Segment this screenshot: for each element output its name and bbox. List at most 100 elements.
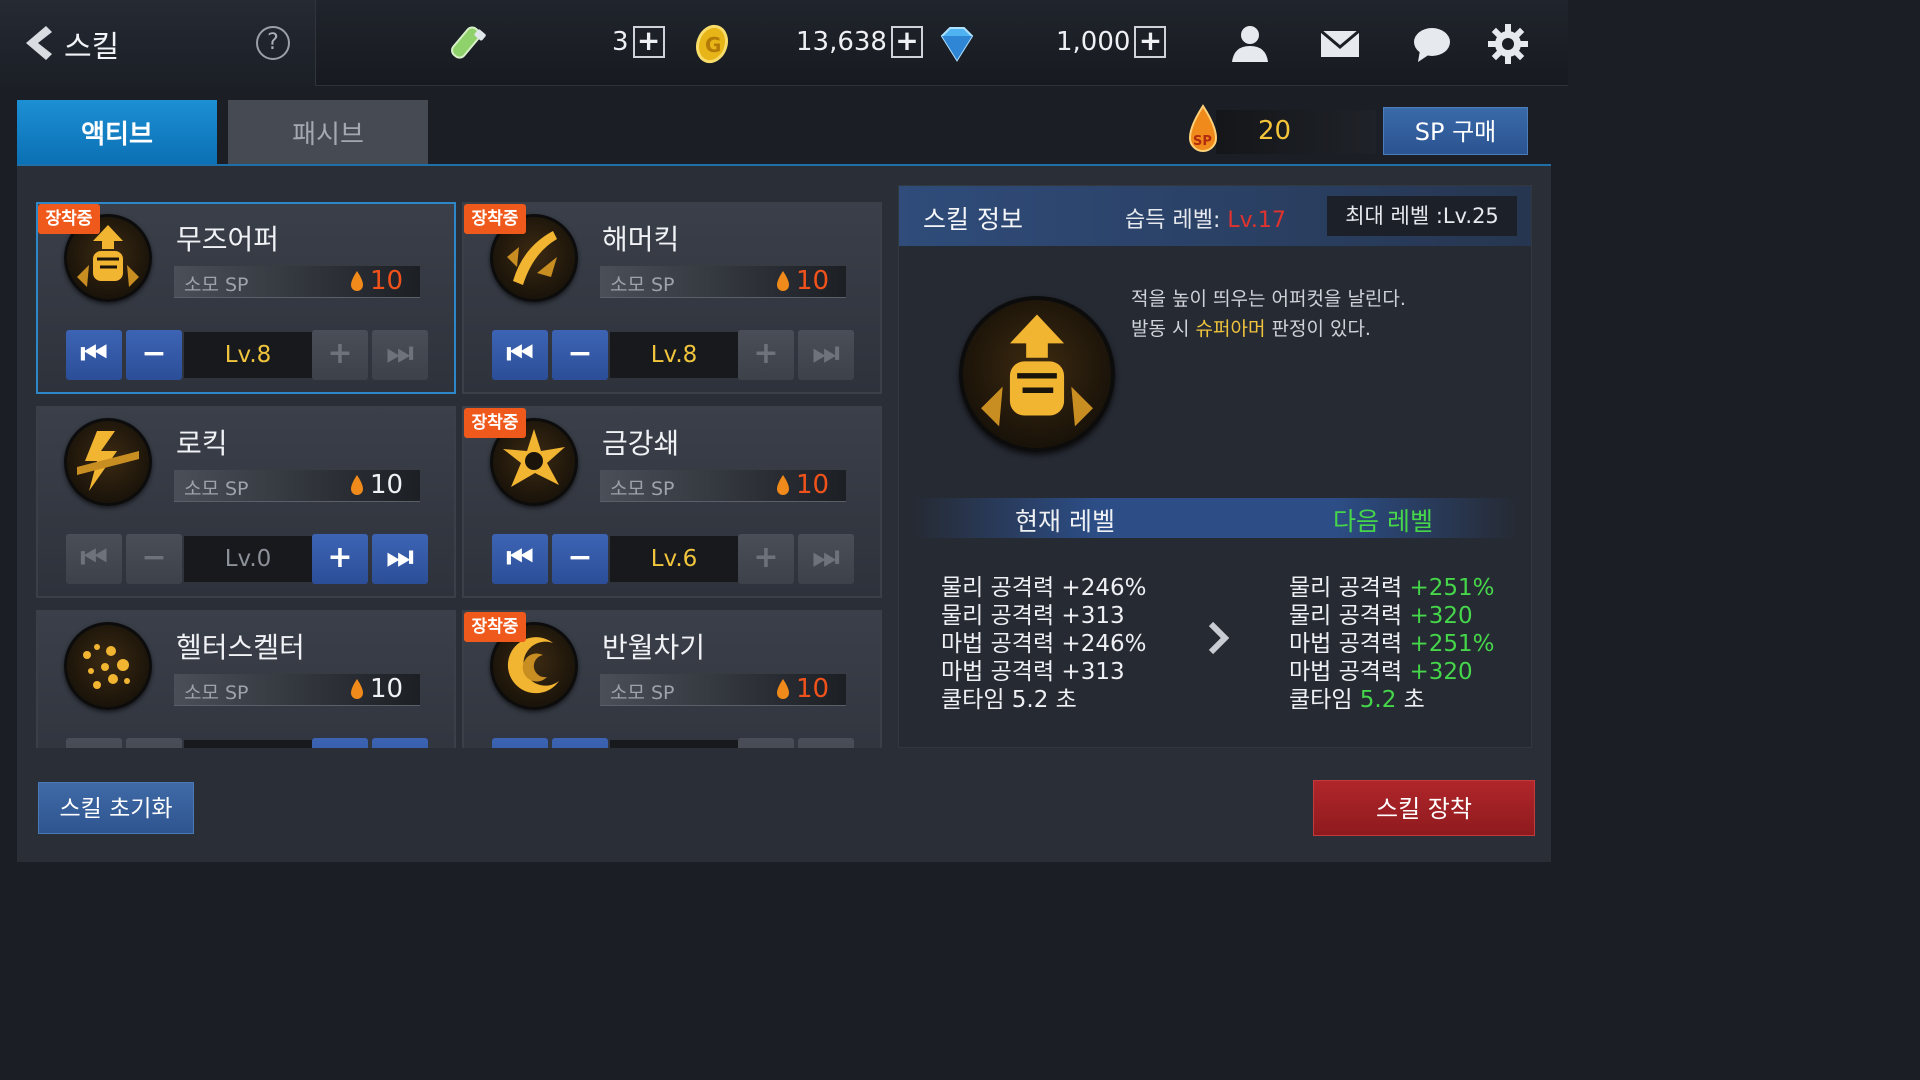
skill-equip-button[interactable]: 스킬 장착 [1313,780,1535,836]
sp-buy-button[interactable]: SP 구매 [1383,107,1528,155]
flame-icon [351,475,363,495]
stat-line: 마법 공격력 +313 [941,659,1125,685]
level-min-button[interactable] [492,738,548,748]
low-kick-skill-icon [64,418,152,506]
learn-level-label: 습득 레벨: [1125,208,1228,233]
level-down-button[interactable]: − [552,330,608,380]
diamond-add-button[interactable]: + [1134,26,1167,58]
level-controls [492,738,856,748]
level-up-button[interactable]: + [312,534,368,584]
level-max-button[interactable]: ⏭ [798,330,854,380]
sp-cost-label: 소모 SP [184,274,249,296]
super-armor-highlight: 슈퍼아머 [1195,318,1266,340]
sp-cost-value: 10 [370,674,404,704]
flame-icon [777,679,789,699]
level-up-button[interactable]: + [312,330,368,380]
level-controls [66,738,430,748]
level-down-button[interactable]: − [126,534,182,584]
gold-add-button[interactable]: + [890,26,923,58]
back-arrow-icon[interactable] [22,24,56,62]
level-min-button[interactable]: ⏮ [66,534,122,584]
level-max-button[interactable]: ⏭ [372,330,428,380]
gold-value: 13,638 [796,27,887,57]
top-bar: 스킬 ? 3 + G 13,638 + 1,000 + [0,0,1568,86]
skill-card[interactable]: 장착중 금강쇄 소모 SP 10 ⏮ − Lv.6 + ⏭ [462,406,882,598]
level-max-button[interactable]: ⏭ [798,534,854,584]
level-down-button[interactable] [126,738,182,748]
tab-passive-skills[interactable]: 패시브 [228,100,428,166]
description-line: 발동 시 슈퍼아머 판정이 있다. [1131,318,1371,340]
sp-cost-row: 소모 SP 10 [600,266,846,298]
help-button[interactable]: ? [256,26,290,60]
level-max-button[interactable] [372,738,428,748]
sp-cost-value: 10 [796,266,830,296]
skill-card[interactable]: 장착중 해머킥 소모 SP 10 ⏮ − Lv.8 + ⏭ [462,202,882,394]
level-min-button[interactable]: ⏮ [66,330,122,380]
skill-info-panel: 스킬 정보 습득 레벨: Lv.17 최대 레벨 :Lv.25 적을 높이 띄우… [898,185,1532,748]
sp-cost-label: 소모 SP [610,274,675,296]
friends-icon[interactable] [1228,22,1272,66]
skill-name: 반월차기 [602,631,706,664]
stamina-add-button[interactable]: + [632,26,665,58]
learn-level: 습득 레벨: Lv.17 [1125,202,1286,234]
level-up-button[interactable] [312,738,368,748]
mail-icon[interactable] [1318,22,1362,66]
equipped-badge: 장착중 [464,204,526,234]
level-down-button[interactable] [552,738,608,748]
flame-icon [351,271,363,291]
level-up-button[interactable]: + [738,534,794,584]
stat-line: 물리 공격력 +320 [1289,603,1473,629]
level-display [184,740,312,748]
equipped-badge: 장착중 [464,408,526,438]
next-level-stats: 물리 공격력 +251% 물리 공격력 +320 마법 공격력 +251% 마법… [1289,574,1494,714]
skill-card[interactable]: 로킥 소모 SP 10 ⏮ − Lv.0 + ⏭ [36,406,456,598]
level-up-button[interactable] [738,738,794,748]
flame-icon [777,271,789,291]
level-controls: ⏮ − Lv.0 + ⏭ [66,534,430,584]
flame-icon [777,475,789,495]
gear-icon[interactable] [1486,22,1530,66]
stat-line: 쿨타임 5.2 초 [1289,687,1425,713]
level-down-button[interactable]: − [126,330,182,380]
level-controls: ⏮ − Lv.8 + ⏭ [66,330,430,380]
svg-text:G: G [705,33,721,57]
stamina-potion-icon [451,26,486,59]
stat-line: 마법 공격력 +251% [1289,631,1495,657]
level-display: Lv.6 [610,536,738,582]
helter-skelter-skill-icon [64,622,152,710]
stat-line: 마법 공격력 +246% [941,631,1147,657]
stat-line: 물리 공격력 +251% [1289,575,1495,601]
level-up-button[interactable]: + [738,330,794,380]
level-min-button[interactable]: ⏮ [492,330,548,380]
diamond-icon [940,27,974,62]
level-compare-header: 현재 레벨 다음 레벨 [913,498,1517,538]
level-max-button[interactable]: ⏭ [372,534,428,584]
sp-balance: SP 20 [1186,104,1386,156]
skill-reset-button[interactable]: 스킬 초기화 [38,782,194,834]
sp-cost-label: 소모 SP [610,478,675,500]
stamina-counter: 3 + [612,22,665,62]
title-area: 스킬 ? [0,0,316,86]
chevron-right-icon [1208,621,1230,655]
skill-card[interactable]: 장착중 반월차기 소모 SP 10 [462,610,882,748]
level-max-button[interactable] [798,738,854,748]
current-level-label: 현재 레벨 [1015,507,1115,536]
level-display [610,740,738,748]
chat-icon[interactable] [1410,22,1454,66]
stat-line: 마법 공격력 +320 [1289,659,1473,685]
sp-cost-label: 소모 SP [184,682,249,704]
diamond-value: 1,000 [1056,27,1131,57]
level-down-button[interactable]: − [552,534,608,584]
skill-description: 적을 높이 띄우는 어퍼컷을 날린다. 발동 시 슈퍼아머 판정이 있다. [1131,284,1406,344]
page-title: 스킬 [64,30,120,65]
skill-card[interactable]: 장착중 무즈어퍼 소모 SP 10 ⏮ − Lv.8 + ⏭ [36,202,456,394]
skill-info-title: 스킬 정보 [923,205,1023,234]
level-min-button[interactable] [66,738,122,748]
next-level-label: 다음 레벨 [1333,507,1433,536]
skill-card[interactable]: 헬터스켈터 소모 SP 10 [36,610,456,748]
sp-cost-label: 소모 SP [610,682,675,704]
level-min-button[interactable]: ⏮ [492,534,548,584]
tab-active-skills[interactable]: 액티브 [17,100,217,166]
sp-flame-icon: SP [1188,104,1218,152]
level-display: Lv.0 [184,536,312,582]
